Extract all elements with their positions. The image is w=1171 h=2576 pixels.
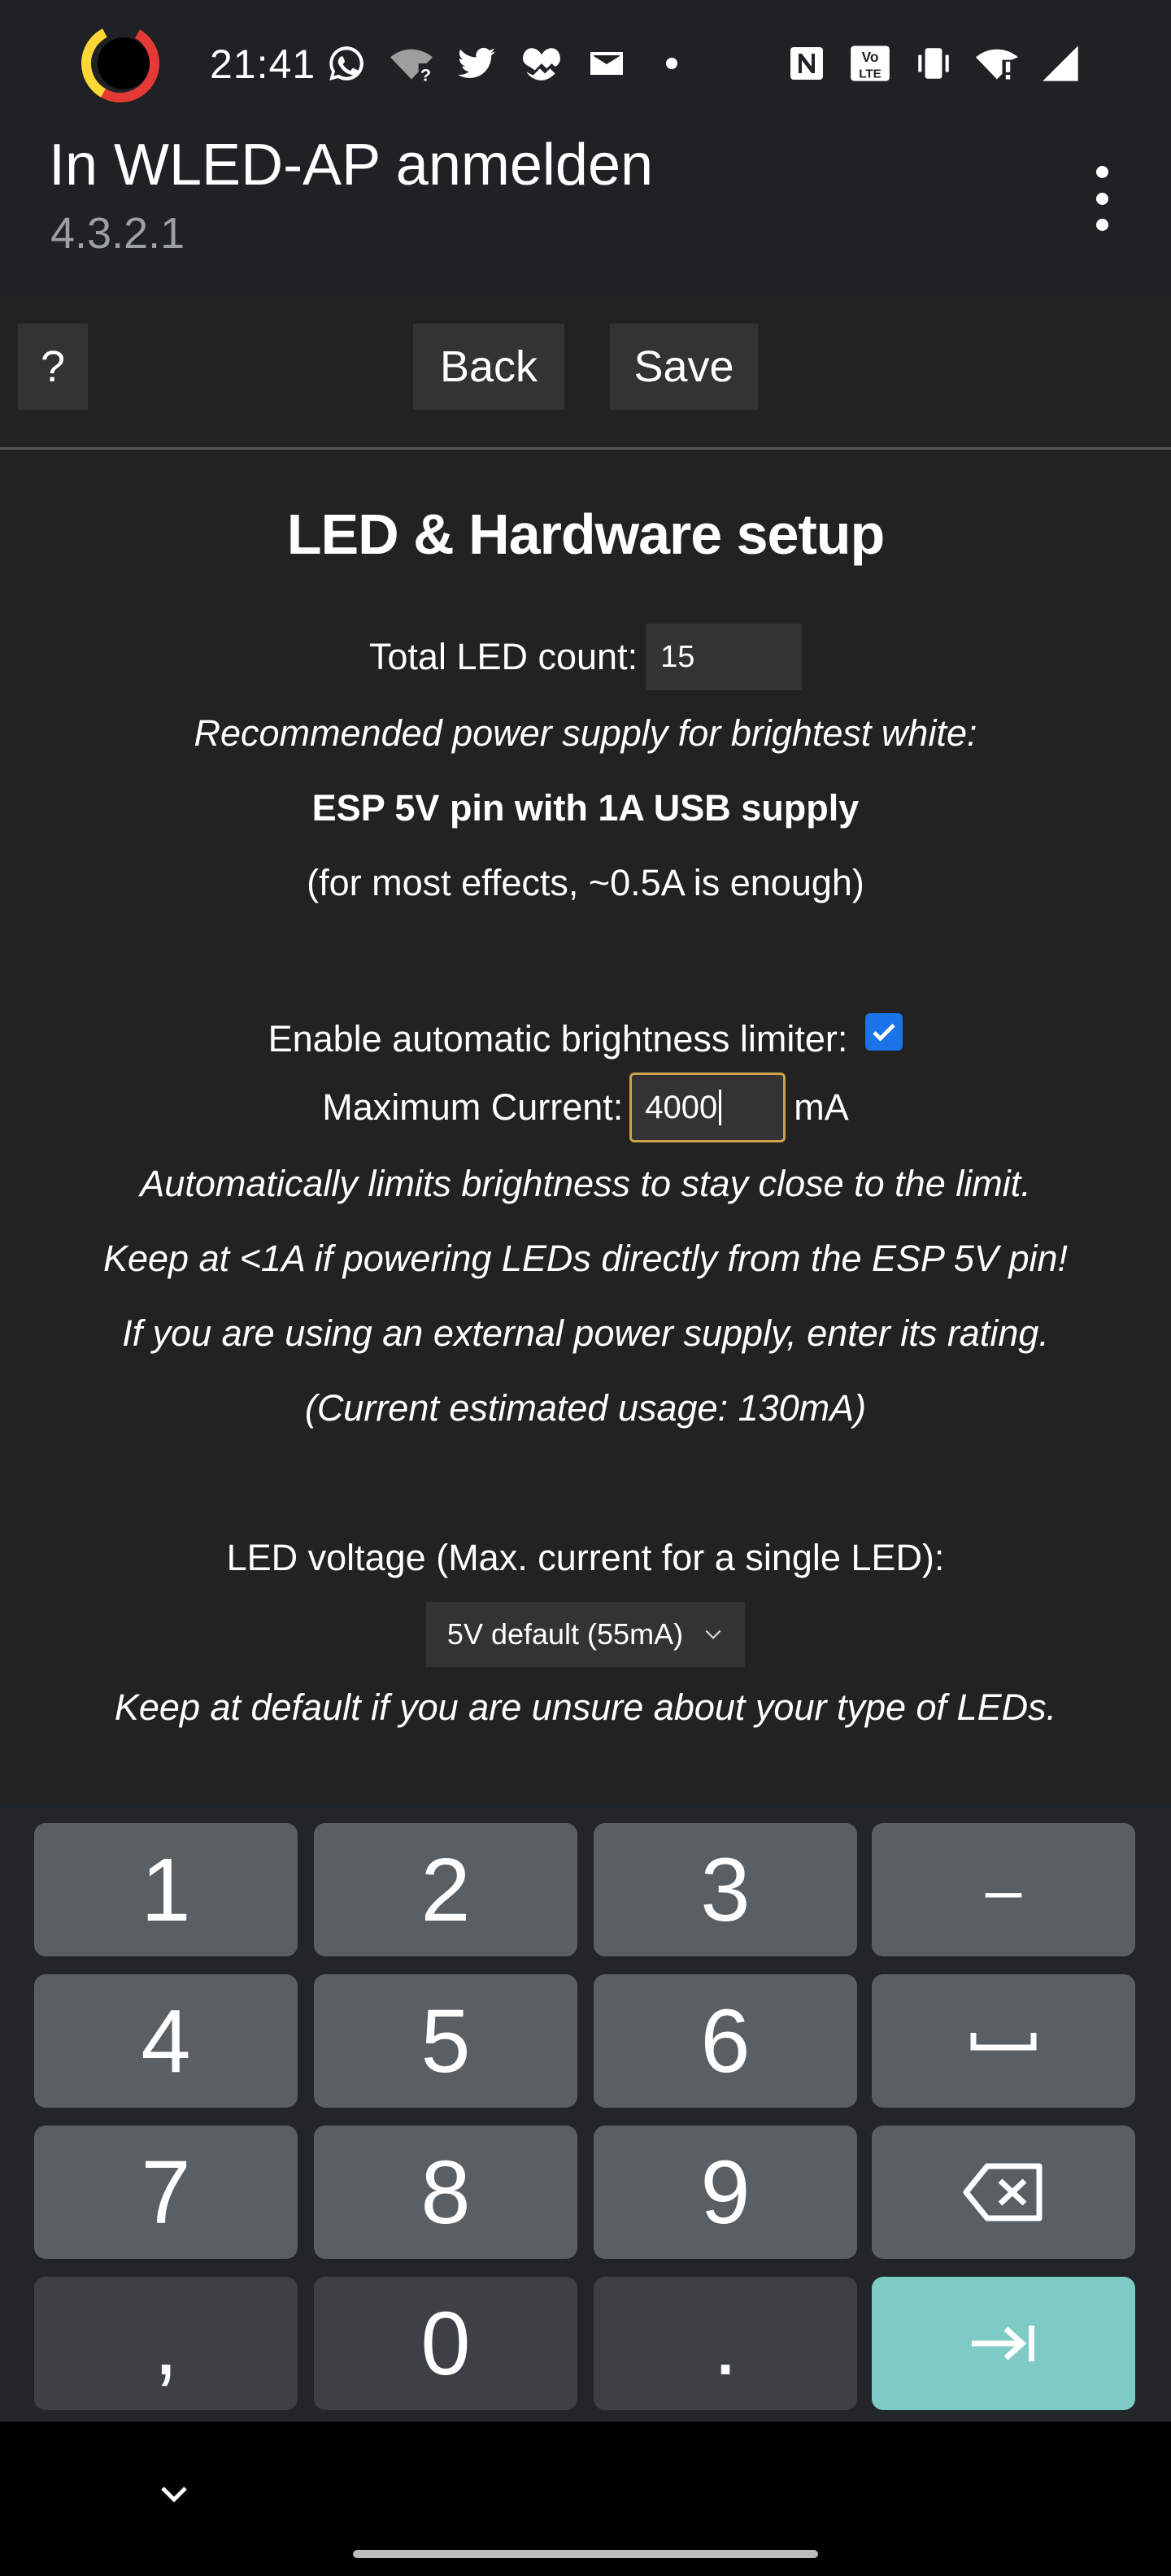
- status-clock: 21:41: [210, 41, 316, 87]
- twitter-icon: [455, 42, 498, 85]
- volte-icon: Vo LTE: [849, 42, 891, 85]
- dot-icon: [651, 42, 693, 85]
- wifi-alert-icon: [976, 42, 1018, 85]
- menu-dot-icon: [1095, 192, 1108, 205]
- save-button[interactable]: Save: [610, 324, 758, 410]
- key-1[interactable]: 1: [34, 1823, 298, 1956]
- navigation-bar: [0, 2422, 1171, 2576]
- key-backspace[interactable]: [872, 2126, 1135, 2259]
- nfc-icon: [786, 42, 828, 85]
- key-minus[interactable]: –: [872, 1823, 1135, 1956]
- voltage-label: LED voltage (Max. current for a single L…: [226, 1537, 945, 1578]
- backspace-icon: [963, 2163, 1043, 2221]
- key-space[interactable]: [872, 1974, 1135, 2108]
- chevron-down-icon: [161, 2487, 187, 2503]
- limiter-row: Enable automatic brightness limiter:: [0, 1003, 1171, 1060]
- checkmark-icon: [873, 1024, 896, 1042]
- chevron-down-icon: [705, 1630, 721, 1639]
- estimated-usage-text: (Current estimated usage: 130mA): [304, 1387, 867, 1429]
- svg-text:Vo: Vo: [862, 49, 879, 65]
- key-6[interactable]: 6: [594, 1974, 857, 2108]
- gallery-icon: [520, 42, 563, 85]
- numeric-keyboard: 1 2 3 – 4 5 6 7 8 9 , 0 .: [0, 1804, 1171, 2422]
- space-icon: [970, 2033, 1037, 2051]
- hide-keyboard-button[interactable]: [151, 2472, 197, 2517]
- max-current-unit: mA: [794, 1086, 849, 1128]
- max-current-input[interactable]: 4000: [629, 1073, 786, 1142]
- key-period[interactable]: .: [594, 2277, 857, 2410]
- led-count-input[interactable]: [646, 624, 803, 690]
- page-title: LED & Hardware setup: [286, 503, 886, 566]
- info-external-supply-text: If you are using an external power suppl…: [122, 1312, 1049, 1354]
- key-3[interactable]: 3: [594, 1823, 857, 1956]
- gesture-handle[interactable]: [353, 2550, 818, 2558]
- whatsapp-icon: [325, 42, 368, 85]
- voltage-note-text: Keep at default if you are unsure about …: [114, 1686, 1057, 1728]
- menu-dot-icon: [1095, 219, 1108, 231]
- max-current-value: 4000: [645, 1089, 718, 1125]
- page-content: ? Back Save LED & Hardware setup Total L…: [0, 294, 1171, 1804]
- max-current-label: Maximum Current:: [322, 1086, 624, 1128]
- key-2[interactable]: 2: [314, 1823, 577, 1956]
- limiter-checkbox[interactable]: [865, 1013, 903, 1051]
- wifi-question-icon: ?: [390, 42, 433, 85]
- vibrate-icon: [912, 42, 955, 85]
- key-comma[interactable]: ,: [34, 2277, 298, 2410]
- supply-text: ESP 5V pin with 1A USB supply: [311, 787, 860, 829]
- svg-text:LTE: LTE: [859, 67, 882, 80]
- back-button[interactable]: Back: [413, 324, 564, 410]
- toolbar-divider: [0, 447, 1171, 450]
- recommend-text: Recommended power supply for brightest w…: [194, 712, 977, 754]
- voltage-select[interactable]: 5V default (55mA): [425, 1602, 746, 1667]
- info-esp-pin-text: Keep at <1A if powering LEDs directly fr…: [102, 1238, 1069, 1279]
- svg-text:?: ?: [420, 65, 431, 85]
- limiter-label: Enable automatic brightness limiter:: [268, 1018, 848, 1060]
- key-next[interactable]: [872, 2277, 1135, 2410]
- text-caret: [719, 1090, 722, 1125]
- system-icons: Vo LTE: [786, 42, 1082, 85]
- effects-text: (for most effects, ~0.5A is enough): [307, 862, 864, 903]
- key-0[interactable]: 0: [314, 2277, 577, 2410]
- signal-icon: [1039, 42, 1082, 85]
- key-4[interactable]: 4: [34, 1974, 298, 2108]
- key-5[interactable]: 5: [314, 1974, 577, 2108]
- led-count-label: Total LED count:: [368, 636, 638, 677]
- overflow-menu-button[interactable]: [1082, 166, 1122, 231]
- max-current-row: Maximum Current: 4000 mA: [0, 1073, 1171, 1142]
- voltage-select-row: 5V default (55mA): [0, 1602, 1171, 1667]
- help-button[interactable]: ?: [18, 324, 88, 410]
- status-bar: 21:41 ? Vo LTE: [0, 0, 1171, 130]
- wled-logo-icon: [81, 24, 159, 102]
- key-7[interactable]: 7: [34, 2126, 298, 2259]
- key-8[interactable]: 8: [314, 2126, 577, 2259]
- led-count-row: Total LED count:: [0, 624, 1171, 690]
- menu-dot-icon: [1095, 166, 1108, 178]
- page-toolbar: ? Back Save: [0, 294, 1171, 449]
- notification-icons: ?: [325, 42, 693, 85]
- info-limit-text: Automatically limits brightness to stay …: [140, 1163, 1031, 1204]
- key-9[interactable]: 9: [594, 2126, 857, 2259]
- top-bar: 21:41 ? Vo LTE In WLED-AP anmelden 4.3.2…: [0, 0, 1171, 294]
- tab-arrow-icon: [972, 2326, 1034, 2361]
- voltage-selected-value: 5V default (55mA): [446, 1617, 684, 1651]
- app-title: In WLED-AP anmelden: [49, 133, 654, 198]
- app-subtitle: 4.3.2.1: [50, 209, 185, 258]
- mail-icon: [586, 42, 628, 85]
